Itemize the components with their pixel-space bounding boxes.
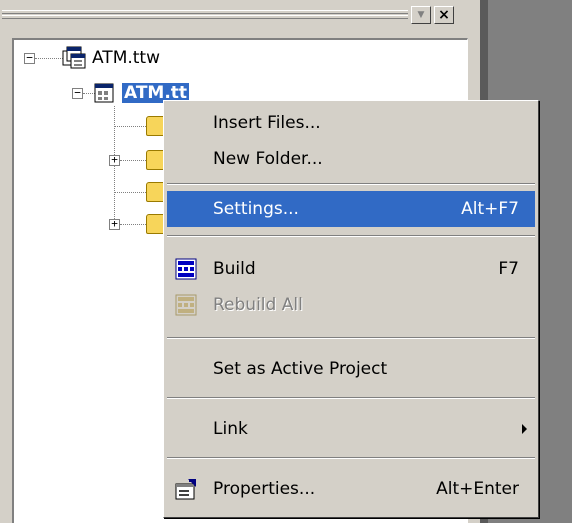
build-icon — [175, 258, 197, 280]
workspace-label[interactable]: ATM.ttw — [92, 48, 160, 68]
expand-folder-toggle[interactable]: + — [109, 218, 120, 230]
menu-item-label: Build — [213, 259, 256, 279]
expand-folder-toggle[interactable]: + — [109, 154, 120, 166]
menu-item-label: Properties... — [213, 479, 316, 499]
menu-separator — [167, 183, 535, 185]
expand-pane-button[interactable]: ▼ — [411, 6, 431, 24]
title-grip[interactable] — [2, 15, 408, 19]
menu-item-link[interactable]: Link — [167, 411, 535, 447]
menu-item-new-folder[interactable]: New Folder... — [167, 141, 535, 177]
menu-item-rebuild-all[interactable]: Rebuild All — [167, 287, 535, 323]
collapse-workspace-toggle[interactable]: − — [24, 52, 35, 64]
workspace-icon — [62, 46, 86, 69]
menu-item-label: Set as Active Project — [213, 359, 388, 379]
context-menu: Insert Files... New Folder... Settings..… — [163, 100, 539, 518]
menu-separator — [167, 337, 535, 339]
menu-item-label: Insert Files... — [213, 113, 321, 133]
menu-item-settings[interactable]: Settings... Alt+F7 — [167, 191, 535, 227]
collapse-project-toggle[interactable]: − — [72, 87, 83, 99]
menu-separator — [167, 397, 535, 399]
properties-icon — [175, 479, 196, 500]
menu-item-label: New Folder... — [213, 149, 323, 169]
menu-item-shortcut: Alt+Enter — [436, 479, 519, 499]
menu-separator — [167, 457, 535, 459]
menu-item-build[interactable]: Build F7 — [167, 251, 535, 287]
menu-item-label: Rebuild All — [213, 295, 303, 315]
screen: ▼ × − ATM.ttw − ATM.tt + + Insert Files.… — [0, 0, 572, 523]
menu-item-properties[interactable]: Properties... Alt+Enter — [167, 471, 535, 507]
menu-item-insert-files[interactable]: Insert Files... — [167, 105, 535, 141]
menu-item-shortcut: Alt+F7 — [461, 199, 519, 219]
close-pane-button[interactable]: × — [434, 6, 454, 24]
menu-item-label: Settings... — [213, 199, 299, 219]
menu-item-shortcut: F7 — [498, 259, 519, 279]
title-grip[interactable] — [2, 10, 408, 14]
menu-item-label: Link — [213, 419, 248, 439]
submenu-arrow-icon — [522, 424, 527, 434]
menu-item-set-active-project[interactable]: Set as Active Project — [167, 351, 535, 387]
rebuild-icon — [175, 294, 197, 316]
project-icon — [94, 83, 114, 103]
menu-separator — [167, 235, 535, 237]
